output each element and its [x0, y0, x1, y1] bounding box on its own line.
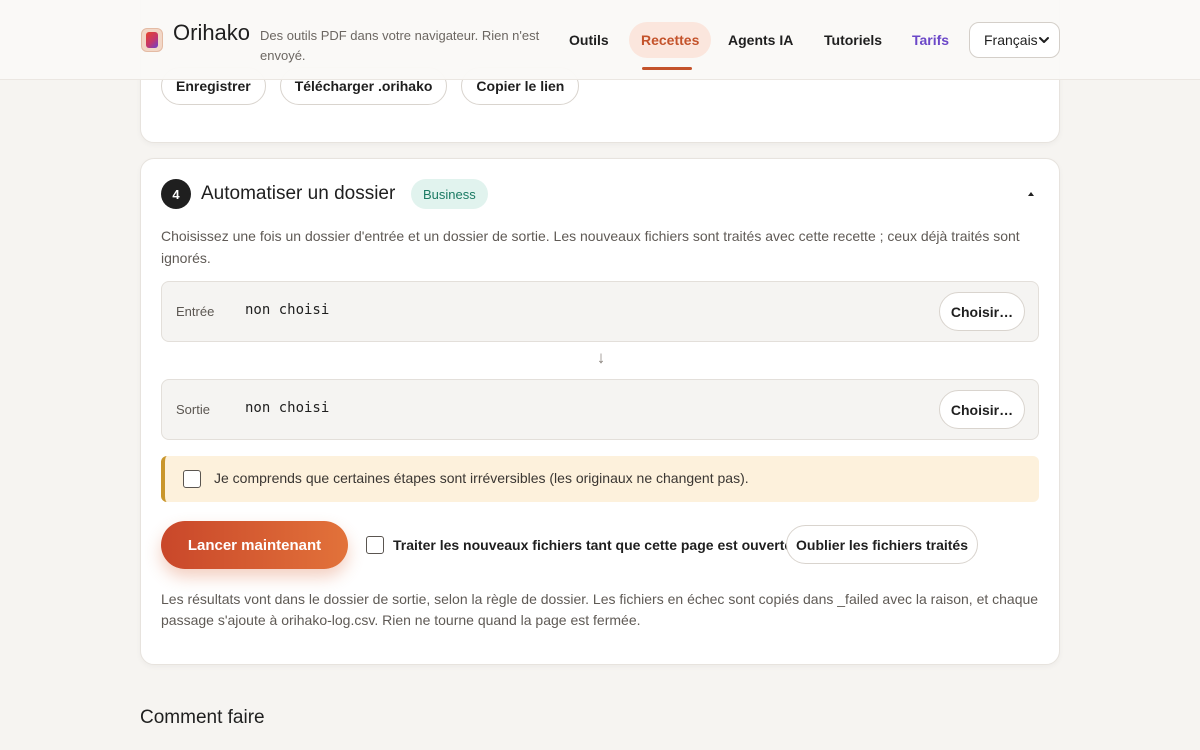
nav-recettes[interactable]: Recettes: [629, 22, 712, 58]
nav-agents-ia[interactable]: Agents IA: [728, 22, 793, 58]
step-number-badge: 4: [161, 179, 191, 209]
language-select[interactable]: Français: [969, 22, 1060, 58]
choose-input-folder-button[interactable]: Choisir…: [939, 292, 1025, 331]
card-description: Choisissez une fois un dossier d'entrée …: [161, 228, 1020, 266]
chevron-down-icon: [1039, 37, 1049, 43]
output-folder-value: non choisi: [245, 400, 330, 416]
page: Enregistrer Télécharger .orihako Copier …: [0, 0, 1200, 750]
logo-icon[interactable]: [141, 28, 163, 52]
tagline: Des outils PDF dans votre navigateur. Ri…: [260, 28, 540, 63]
acknowledge-checkbox[interactable]: [183, 470, 201, 488]
brand-name[interactable]: Orihako: [173, 20, 250, 46]
results-note: Les résultats vont dans le dossier de so…: [161, 591, 1039, 628]
plan-badge: Business: [411, 179, 488, 209]
input-folder-label: Entrée: [176, 304, 215, 319]
nav-outils[interactable]: Outils: [569, 22, 609, 58]
site-header: Orihako Des outils PDF dans votre naviga…: [0, 0, 1200, 80]
acknowledge-text: Je comprends que certaines étapes sont i…: [214, 470, 749, 486]
nav-tarifs[interactable]: Tarifs: [912, 22, 949, 58]
automate-folder-card: 4 Automatiser un dossier Business Choisi…: [140, 158, 1060, 665]
collapse-icon[interactable]: [1027, 190, 1035, 198]
run-now-button[interactable]: Lancer maintenant: [161, 521, 348, 569]
nav-tutoriels[interactable]: Tutoriels: [824, 22, 882, 58]
output-folder-label: Sortie: [176, 402, 210, 417]
how-to-heading: Comment faire: [140, 707, 265, 728]
input-folder-value: non choisi: [245, 302, 330, 318]
arrow-down-icon: ↓: [596, 348, 606, 367]
card-title: Automatiser un dossier: [201, 183, 396, 204]
watch-folder-label[interactable]: Traiter les nouveaux fichiers tant que c…: [393, 537, 792, 553]
choose-output-folder-button[interactable]: Choisir…: [939, 390, 1025, 429]
watch-folder-checkbox[interactable]: [366, 536, 384, 554]
irreversible-warning: Je comprends que certaines étapes sont i…: [161, 456, 1039, 502]
language-value: Français: [984, 32, 1038, 48]
output-folder-row: Sortie non choisi Choisir…: [161, 379, 1039, 440]
forget-processed-button[interactable]: Oublier les fichiers traités: [786, 525, 978, 564]
nav-active-indicator: [642, 67, 692, 70]
input-folder-row: Entrée non choisi Choisir…: [161, 281, 1039, 342]
